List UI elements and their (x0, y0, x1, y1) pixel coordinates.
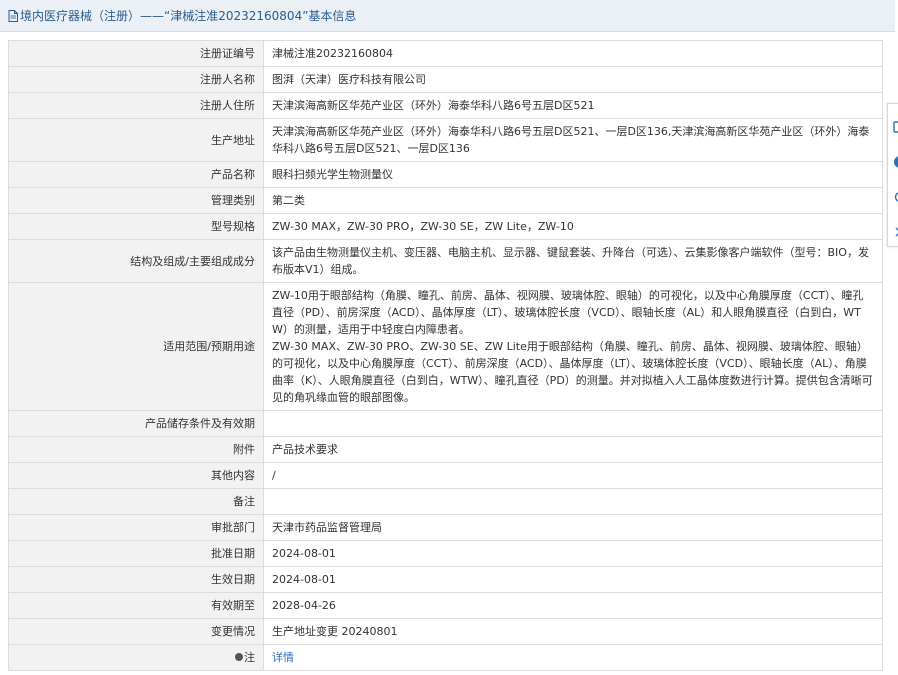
field-value-text: 2028-04-26 (272, 599, 336, 612)
field-label: 管理类别 (8, 187, 264, 214)
field-value: 第二类 (263, 187, 883, 214)
field-value: 详情 (263, 644, 883, 671)
field-label: 结构及组成/主要组成成分 (8, 239, 264, 283)
field-value-text: 产品技术要求 (272, 443, 338, 456)
field-value-text: ZW-10用于眼部结构（角膜、瞳孔、前房、晶体、视网膜、玻璃体腔、眼轴）的可视化… (272, 289, 864, 336)
table-row: 有效期至 2028-04-26 (8, 592, 883, 619)
field-label: 产品名称 (8, 161, 264, 188)
field-label: 其他内容 (8, 462, 264, 489)
field-value-text: 2024-08-01 (272, 547, 336, 560)
side-tool-icon-2[interactable] (890, 153, 898, 171)
details-link[interactable]: 详情 (272, 651, 294, 664)
field-value: ZW-10用于眼部结构（角膜、瞳孔、前房、晶体、视网膜、玻璃体腔、眼轴）的可视化… (263, 282, 883, 411)
field-value-text: / (272, 469, 276, 482)
table-row: 注册证编号 津械注准20232160804 (8, 40, 883, 67)
field-value: 2028-04-26 (263, 592, 883, 619)
field-value (263, 488, 883, 515)
field-label: 注 (8, 644, 264, 671)
field-value-text: 天津市药品监督管理局 (272, 521, 382, 534)
side-tool-icon-4[interactable] (890, 223, 898, 241)
field-label: 注册证编号 (8, 40, 264, 67)
table-row: 变更情况 生产地址变更 20240801 (8, 618, 883, 645)
note-icon (235, 653, 243, 661)
field-label: 生产地址 (8, 118, 264, 162)
field-label: 注册人名称 (8, 66, 264, 93)
table-row: 型号规格 ZW-30 MAX，ZW-30 PRO，ZW-30 SE，ZW Lite… (8, 213, 883, 240)
field-value-text: ZW-30 MAX，ZW-30 PRO，ZW-30 SE，ZW Lite，ZW-… (272, 220, 574, 233)
field-label: 适用范围/预期用途 (8, 282, 264, 411)
table-row: 注册人住所 天津滨海高新区华苑产业区（环外）海泰华科八路6号五层D区521 (8, 92, 883, 119)
side-tool-icon-3[interactable] (890, 188, 898, 206)
field-value: 2024-08-01 (263, 566, 883, 593)
table-row: 管理类别 第二类 (8, 187, 883, 214)
field-value-text: 津械注准20232160804 (272, 47, 393, 60)
side-tool-panel (887, 103, 898, 247)
field-value: 眼科扫频光学生物测量仪 (263, 161, 883, 188)
field-label: 注册人住所 (8, 92, 264, 119)
field-label: 审批部门 (8, 514, 264, 541)
side-tool-icon-1[interactable] (890, 118, 898, 136)
field-label: 型号规格 (8, 213, 264, 240)
table-row: 生效日期 2024-08-01 (8, 566, 883, 593)
field-value-text: 图湃（天津）医疗科技有限公司 (272, 73, 426, 86)
field-label: 产品储存条件及有效期 (8, 410, 264, 437)
field-value: 天津滨海高新区华苑产业区（环外）海泰华科八路6号五层D区521 (263, 92, 883, 119)
table-row: 适用范围/预期用途 ZW-10用于眼部结构（角膜、瞳孔、前房、晶体、视网膜、玻璃体… (8, 282, 883, 411)
field-value: 天津滨海高新区华苑产业区（环外）海泰华科八路6号五层D区521、一层D区136,… (263, 118, 883, 162)
table-row: 其他内容 / (8, 462, 883, 489)
field-label: 生效日期 (8, 566, 264, 593)
table-row: 审批部门 天津市药品监督管理局 (8, 514, 883, 541)
field-value: 图湃（天津）医疗科技有限公司 (263, 66, 883, 93)
field-value: 该产品由生物测量仪主机、变压器、电脑主机、显示器、键鼠套装、升降台（可选）、云集… (263, 239, 883, 283)
field-label: 备注 (8, 488, 264, 515)
field-value: / (263, 462, 883, 489)
field-value-text: 生产地址变更 20240801 (272, 625, 398, 638)
page-title-bar: 境内医疗器械（注册）——“津械注准20232160804”基本信息 (0, 0, 895, 32)
field-label: 有效期至 (8, 592, 264, 619)
field-value: 天津市药品监督管理局 (263, 514, 883, 541)
table-row-note: 注 详情 (8, 644, 883, 671)
table-row: 附件 产品技术要求 (8, 436, 883, 463)
field-label: 附件 (8, 436, 264, 463)
note-label: 注 (244, 651, 255, 664)
table-row: 结构及组成/主要组成成分 该产品由生物测量仪主机、变压器、电脑主机、显示器、键鼠套… (8, 239, 883, 283)
field-value (263, 410, 883, 437)
table-row: 批准日期 2024-08-01 (8, 540, 883, 567)
field-value: 生产地址变更 20240801 (263, 618, 883, 645)
field-label: 批准日期 (8, 540, 264, 567)
field-value-text: 2024-08-01 (272, 573, 336, 586)
field-value-text: 天津滨海高新区华苑产业区（环外）海泰华科八路6号五层D区521、一层D区136,… (272, 125, 870, 155)
field-label: 变更情况 (8, 618, 264, 645)
table-row: 产品名称 眼科扫频光学生物测量仪 (8, 161, 883, 188)
table-row: 产品储存条件及有效期 (8, 410, 883, 437)
field-value: 津械注准20232160804 (263, 40, 883, 67)
info-table: 注册证编号 津械注准20232160804 注册人名称 图湃（天津）医疗科技有限公司注… (8, 40, 883, 671)
table-row: 注册人名称 图湃（天津）医疗科技有限公司 (8, 66, 883, 93)
field-value: 产品技术要求 (263, 436, 883, 463)
field-value-text: 该产品由生物测量仪主机、变压器、电脑主机、显示器、键鼠套装、升降台（可选）、云集… (272, 246, 869, 276)
field-value-text: 眼科扫频光学生物测量仪 (272, 168, 393, 181)
field-value-text: 天津滨海高新区华苑产业区（环外）海泰华科八路6号五层D区521 (272, 99, 595, 112)
field-value-text: 第二类 (272, 194, 305, 207)
document-icon (8, 9, 18, 22)
field-value-text: ZW-30 MAX、ZW-30 PRO、ZW-30 SE、ZW Lite用于眼部… (272, 340, 873, 404)
table-row: 备注 (8, 488, 883, 515)
field-value: 2024-08-01 (263, 540, 883, 567)
table-row: 生产地址 天津滨海高新区华苑产业区（环外）海泰华科八路6号五层D区521、一层D区… (8, 118, 883, 162)
field-value: ZW-30 MAX，ZW-30 PRO，ZW-30 SE，ZW Lite，ZW-… (263, 213, 883, 240)
page-title: 境内医疗器械（注册）——“津械注准20232160804”基本信息 (20, 9, 357, 23)
